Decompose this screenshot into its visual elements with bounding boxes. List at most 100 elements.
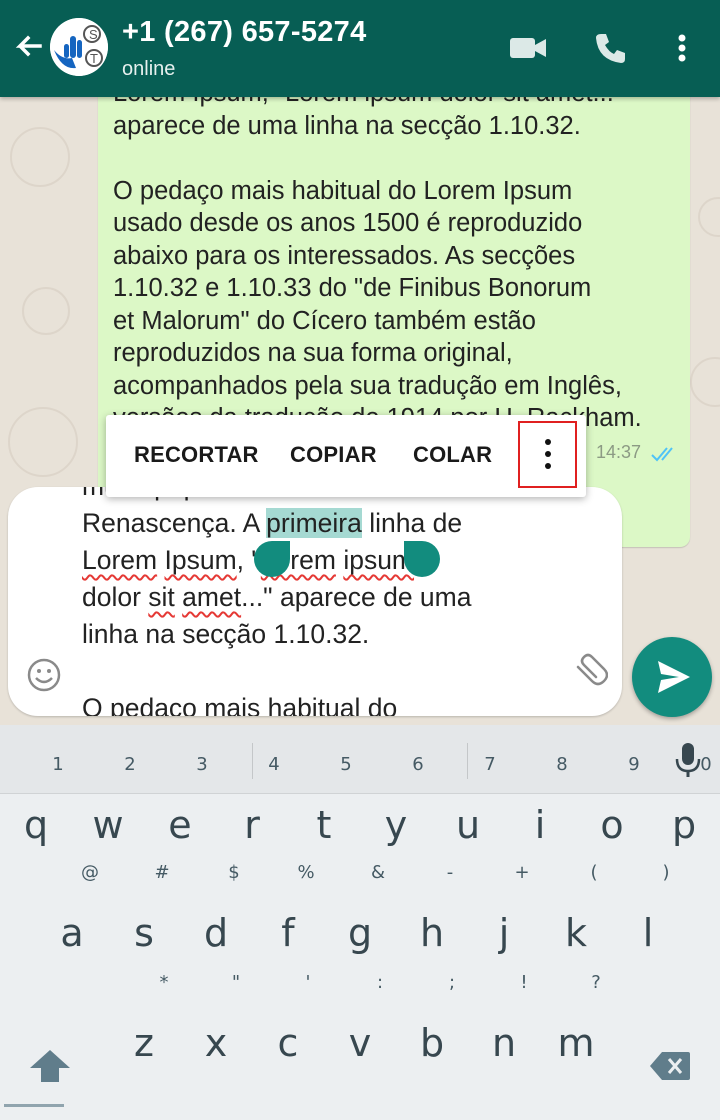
key-hint: ': [305, 972, 311, 993]
keyboard: q 1 w 2 e 3 r 4 t 5 y 6 u 7 i 8 o 9 p 0 a @ s # d $ f% g & h - j + k (l) z *…: [0, 725, 720, 1120]
key-hint: 4: [268, 754, 280, 775]
key-hint: ): [662, 862, 670, 883]
input-text-run: ..." aparece de uma: [241, 582, 472, 612]
key-z[interactable]: z: [112, 1021, 176, 1065]
key-m[interactable]: m: [544, 1021, 608, 1065]
more-vert-icon: [545, 439, 551, 445]
key-hint: +: [514, 862, 530, 883]
message-input-box[interactable]: muito popular durante a Renascença. A pr…: [8, 487, 622, 716]
key-g[interactable]: g: [328, 911, 392, 955]
avatar[interactable]: S T: [50, 18, 108, 76]
message-input[interactable]: muito popular durante a Renascença. A pr…: [82, 487, 552, 716]
back-arrow-icon[interactable]: [10, 30, 46, 66]
contact-status: online: [122, 58, 176, 80]
chat-header: S T +1 (267) 657-5274 online: [0, 0, 720, 97]
key-b[interactable]: b: [400, 1021, 464, 1065]
more-vert-icon-dot: [545, 463, 551, 469]
key-y[interactable]: y: [364, 803, 428, 847]
key-hint: 6: [412, 754, 424, 775]
send-button[interactable]: [632, 637, 712, 717]
copy-menu-item[interactable]: COPIAR: [290, 442, 377, 468]
key-hint: ;: [448, 972, 456, 993]
selected-text[interactable]: primeira: [266, 508, 362, 538]
selection-handle-right[interactable]: [404, 541, 440, 577]
input-text-run: [157, 545, 164, 575]
key-hint: 2: [124, 754, 136, 775]
wallpaper-doodle: [690, 357, 720, 407]
input-text-run: linha de: [361, 508, 463, 538]
key-j[interactable]: j: [472, 911, 536, 955]
phone-icon[interactable]: [592, 30, 628, 66]
message-time: 14:37: [596, 442, 642, 462]
key-r[interactable]: r: [220, 803, 284, 847]
key-q[interactable]: q: [4, 803, 68, 847]
key-hint: $: [228, 862, 240, 883]
key-hint: 5: [340, 754, 352, 775]
attach-icon[interactable]: [568, 651, 608, 691]
more-options-button[interactable]: [518, 421, 577, 488]
input-line: [82, 653, 552, 690]
input-line: linha na secção 1.10.32.: [82, 619, 370, 649]
key-hint: :: [376, 972, 384, 993]
input-text-run: Renascença. A: [82, 508, 267, 538]
key-t[interactable]: t: [292, 803, 356, 847]
key-hint: #: [154, 862, 170, 883]
key-w[interactable]: w: [76, 803, 140, 847]
suggestion-divider: [467, 743, 468, 779]
backspace-icon[interactable]: [648, 1050, 692, 1082]
send-icon: [658, 661, 690, 693]
key-hint: 9: [628, 754, 640, 775]
key-hint: 0: [700, 754, 712, 775]
key-hint: !: [520, 972, 528, 993]
wallpaper-doodle: [8, 407, 78, 477]
key-h[interactable]: h: [400, 911, 464, 955]
video-call-icon[interactable]: [508, 30, 548, 66]
key-x[interactable]: x: [184, 1021, 248, 1065]
key-l[interactable]: l: [616, 911, 680, 955]
svg-text:S: S: [89, 27, 98, 42]
misspelled-word: amet: [182, 582, 242, 612]
key-hint: (: [590, 862, 598, 883]
suggestion-divider: [252, 743, 253, 779]
svg-text:T: T: [90, 51, 98, 66]
nav-indicator: [4, 1104, 64, 1107]
key-d[interactable]: d: [184, 911, 248, 955]
key-hint: &: [370, 862, 386, 883]
emoji-icon[interactable]: [26, 657, 62, 693]
avatar-logo-icon: S T: [50, 18, 108, 76]
key-a[interactable]: a: [40, 911, 104, 955]
key-hint: ": [231, 972, 241, 993]
key-o[interactable]: o: [580, 803, 644, 847]
key-n[interactable]: n: [472, 1021, 536, 1065]
shift-icon[interactable]: [28, 1048, 72, 1084]
key-p[interactable]: p: [652, 803, 716, 847]
paste-menu-item[interactable]: COLAR: [413, 442, 492, 468]
misspelled-word: Lorem: [82, 545, 158, 575]
input-text-run: dolor: [82, 582, 149, 612]
key-c[interactable]: c: [256, 1021, 320, 1065]
more-vert-icon[interactable]: [668, 30, 696, 66]
key-hint: @: [81, 862, 99, 883]
input-line: O pedaço mais habitual do: [82, 693, 398, 716]
key-hint: *: [159, 972, 169, 993]
key-s[interactable]: s: [112, 911, 176, 955]
read-ticks-icon: [651, 447, 673, 462]
cut-menu-item[interactable]: RECORTAR: [134, 442, 259, 468]
input-line: Renascença. A primeira linha de: [82, 505, 552, 542]
key-i[interactable]: i: [508, 803, 572, 847]
key-k[interactable]: k: [544, 911, 608, 955]
wallpaper-doodle: [10, 127, 70, 187]
key-hint: 8: [556, 754, 568, 775]
key-v[interactable]: v: [328, 1021, 392, 1065]
contact-name[interactable]: +1 (267) 657-5274: [122, 16, 367, 49]
key-hint: 7: [484, 754, 496, 775]
more-vert-icon-dot: [545, 451, 551, 457]
wallpaper-doodle: [22, 287, 70, 335]
key-e[interactable]: e: [148, 803, 212, 847]
key-u[interactable]: u: [436, 803, 500, 847]
key-f[interactable]: f: [256, 911, 320, 955]
key-hint: %: [297, 862, 315, 883]
message-text[interactable]: Lorem Ipsum, "Lorem ipsum dolor sit amet…: [113, 97, 683, 435]
key-hint: 1: [52, 754, 64, 775]
selection-handle-left[interactable]: [254, 541, 290, 577]
